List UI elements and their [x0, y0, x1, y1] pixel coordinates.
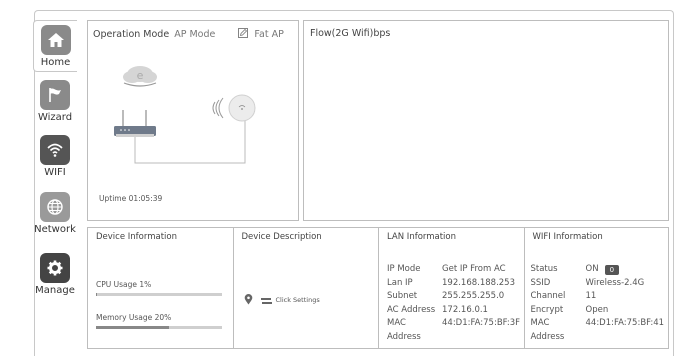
wifi-status-value: ON — [585, 264, 599, 274]
wifi-row-value: Wireless-2.4G — [585, 277, 645, 288]
cloud-icon: e — [123, 66, 157, 87]
lan-row-key: Subnet — [387, 291, 418, 301]
wifi-row: MAC Address 44:D1:FA:75:BF:41 — [531, 317, 665, 344]
lan-information-title: LAN Information — [387, 232, 457, 242]
cpu-usage-fill — [96, 293, 98, 296]
lan-row-key: MAC Address — [387, 318, 421, 342]
wifi-status-row: Status ON 0 — [531, 263, 665, 277]
lan-row-key: Lan IP — [387, 277, 413, 288]
wifi-status-toggle[interactable]: 0 — [604, 264, 620, 275]
operation-mode-panel: Operation Mode AP Mode Fat AP e Uptime 0… — [87, 20, 299, 221]
lan-row: Lan IP 192.168.188.253 — [387, 277, 520, 291]
connection-line — [134, 118, 246, 164]
wifi-information-section: WIFI Information Status ON 0 SSID Wireles… — [525, 228, 669, 348]
lan-row-value: 192.168.188.253 — [442, 277, 516, 288]
lan-information-section: LAN Information IP Mode Get IP From AC La… — [379, 228, 525, 348]
operation-mode-header: Operation Mode AP Mode Fat AP — [93, 28, 284, 41]
topology-diagram: e — [114, 66, 256, 164]
click-settings-row[interactable]: Click Settings — [244, 290, 320, 309]
nav-manage[interactable]: Manage — [33, 253, 77, 296]
globe-icon — [40, 192, 70, 222]
wifi-icon — [40, 135, 70, 165]
nav-network-label: Network — [34, 224, 76, 235]
wifi-row-value: Open — [585, 304, 609, 315]
memory-usage-fill — [96, 326, 170, 329]
memory-usage-label: Memory Usage 20% — [96, 313, 172, 322]
wifi-status-key: Status — [530, 264, 558, 274]
lan-row: Subnet 255.255.255.0 — [387, 290, 520, 304]
nav-wifi-label: WIFI — [44, 167, 66, 178]
lan-row-value: 172.16.0.1 — [442, 304, 488, 315]
device-information-section: Device Information CPU Usage 1% Memory U… — [88, 228, 234, 348]
nav-wizard[interactable]: Wizard — [33, 80, 77, 123]
access-point-icon — [212, 94, 256, 122]
wifi-row-key: MAC Address — [530, 318, 565, 342]
router-icon — [114, 110, 156, 137]
wifi-row-key: Encrypt — [530, 304, 564, 315]
lan-row: MAC Address 44:D1:FA:75:BF:3F — [387, 317, 520, 344]
lan-row-key: AC Address — [387, 304, 436, 315]
memory-usage-bar — [96, 326, 222, 329]
lan-row-value: Get IP From AC — [442, 264, 506, 274]
nav-network[interactable]: Network — [33, 192, 77, 235]
wifi-row-key: SSID — [530, 277, 551, 288]
gear-icon — [40, 253, 70, 283]
wifi-row-value: 44:D1:FA:75:BF:41 — [585, 318, 665, 328]
flow-title: Flow(2G Wifi)bps — [310, 28, 391, 39]
wifi-row: SSID Wireless-2.4G — [531, 277, 665, 291]
cpu-usage-label: CPU Usage 1% — [96, 280, 152, 289]
nav-home[interactable]: Home — [33, 20, 77, 72]
wifi-info-list: Status ON 0 SSID Wireless-2.4G Channel 11 … — [531, 263, 665, 344]
svg-text:e: e — [137, 69, 144, 82]
wifi-information-title: WIFI Information — [532, 232, 603, 242]
home-icon — [40, 25, 71, 55]
flag-icon — [40, 80, 70, 110]
nav-manage-label: Manage — [35, 285, 75, 296]
click-settings-link[interactable]: Click Settings — [276, 296, 320, 304]
cpu-usage-bar — [96, 293, 222, 296]
fat-ap-label[interactable]: Fat AP — [254, 29, 283, 40]
operation-mode-value: AP Mode — [174, 29, 216, 40]
location-pin-icon — [244, 290, 253, 309]
wifi-row-value: 11 — [585, 291, 597, 301]
uptime-text: Uptime 01:05:39 — [99, 194, 163, 203]
nav-home-label: Home — [40, 57, 71, 68]
lan-row: AC Address 172.16.0.1 — [387, 304, 520, 318]
flow-panel: Flow(2G Wifi)bps — [303, 20, 669, 221]
nav-wifi[interactable]: WIFI — [33, 135, 77, 178]
lan-row: IP Mode Get IP From AC — [387, 263, 520, 277]
wifi-row: Channel 11 — [531, 290, 665, 304]
device-description-section: Device Description Click Settings — [234, 228, 379, 348]
wifi-row-key: Channel — [530, 291, 566, 301]
device-information-title: Device Information — [96, 232, 177, 242]
operation-mode-label: Operation Mode — [93, 29, 170, 40]
nav-wizard-label: Wizard — [37, 112, 73, 123]
device-description-title: Device Description — [241, 232, 322, 242]
lan-row-key: IP Mode — [387, 264, 421, 274]
info-row: Device Information CPU Usage 1% Memory U… — [87, 227, 669, 349]
edit-icon[interactable] — [238, 28, 249, 41]
wifi-row: Encrypt Open — [531, 304, 665, 318]
lan-info-list: IP Mode Get IP From AC Lan IP 192.168.188.… — [387, 263, 520, 344]
transfer-icon — [260, 290, 272, 309]
lan-row-value: 44:D1:FA:75:BF:3F — [442, 318, 521, 328]
lan-row-value: 255.255.255.0 — [442, 291, 505, 301]
